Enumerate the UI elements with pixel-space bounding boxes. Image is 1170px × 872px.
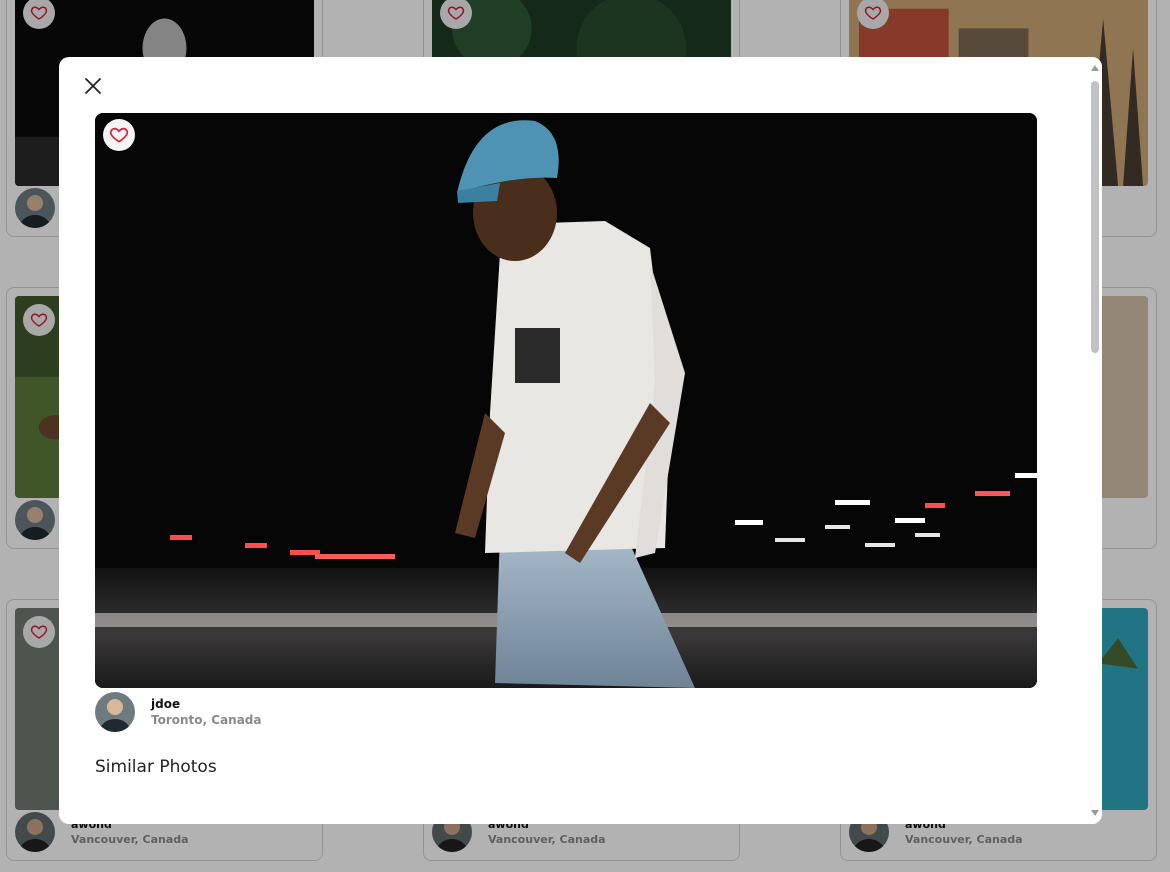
photo-modal: jdoe Toronto, Canada Similar Photos — [59, 57, 1102, 824]
modal-scrollbar[interactable] — [1088, 57, 1102, 824]
favorite-button[interactable] — [103, 119, 135, 151]
author-name[interactable]: jdoe — [151, 697, 262, 711]
similar-photos-heading: Similar Photos — [95, 757, 217, 777]
scrollbar-thumb[interactable] — [1091, 81, 1099, 353]
close-icon — [85, 78, 101, 94]
heart-outline-icon — [109, 127, 129, 143]
scroll-up-arrow-icon[interactable] — [1091, 65, 1099, 71]
author-avatar[interactable] — [95, 692, 135, 732]
photo-preview — [95, 113, 1037, 688]
scroll-down-arrow-icon[interactable] — [1091, 810, 1099, 816]
author-info: jdoe Toronto, Canada — [95, 692, 262, 732]
author-location: Toronto, Canada — [151, 713, 262, 727]
close-button[interactable] — [81, 74, 105, 98]
